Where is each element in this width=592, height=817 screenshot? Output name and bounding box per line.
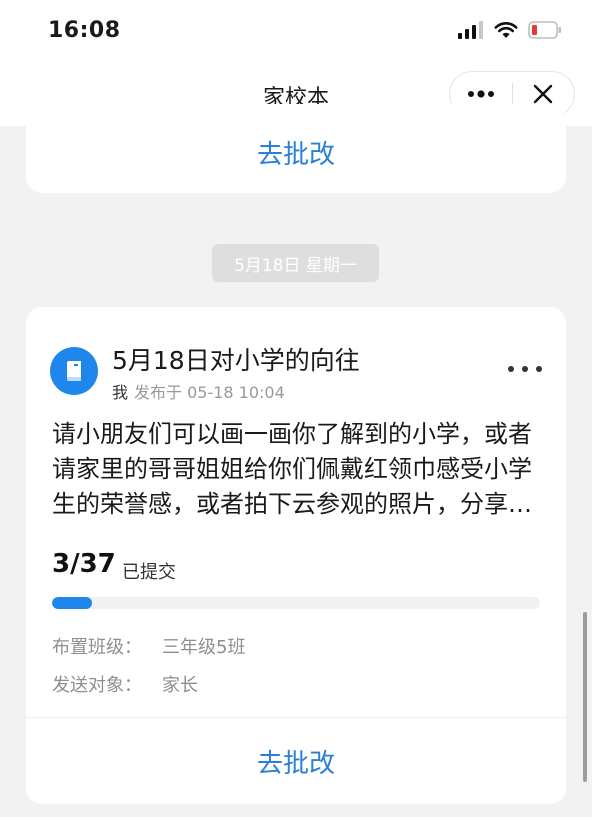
battery-low-icon <box>528 21 561 39</box>
class-row: 布置班级： 三年级5班 <box>52 633 245 659</box>
scrollbar[interactable] <box>583 612 587 782</box>
submission-progress-fill <box>52 597 92 609</box>
target-value: 家长 <box>162 675 198 696</box>
close-icon <box>534 84 553 104</box>
class-label: 布置班级： <box>52 637 142 658</box>
publish-time: 发布于 05-18 10:04 <box>134 383 285 402</box>
author-label: 我 <box>112 383 129 402</box>
target-label: 发送对象： <box>52 675 142 696</box>
class-value: 三年级5班 <box>162 637 246 658</box>
status-time: 16:08 <box>48 18 121 43</box>
homework-title: 5月18日对小学的向往 <box>112 346 360 375</box>
more-dot-icon <box>508 366 514 372</box>
more-dots-icon <box>467 90 494 98</box>
review-button[interactable]: 去批改 <box>26 743 566 780</box>
status-bar: 16:08 <box>0 0 592 62</box>
target-row: 发送对象： 家长 <box>52 671 198 697</box>
status-icons <box>458 21 562 39</box>
more-dot-icon <box>522 366 528 372</box>
homework-meta: 我发布于 05-18 10:04 <box>112 379 285 403</box>
homework-book-icon <box>50 347 98 395</box>
signal-icon <box>458 21 483 39</box>
previous-homework-card: 去批改 <box>26 104 566 193</box>
homework-card[interactable]: 5月18日对小学的向往 我发布于 05-18 10:04 请小朋友们可以画一画你… <box>26 307 566 804</box>
homework-more-button[interactable] <box>508 359 542 379</box>
more-dot-icon <box>536 366 542 372</box>
card-divider <box>26 717 566 718</box>
submitted-count: 3/37 <box>52 549 116 579</box>
wifi-icon <box>494 22 518 38</box>
homework-description: 请小朋友们可以画一画你了解到的小学，或者请家里的哥哥姐姐给你们佩戴红领巾感受小学… <box>52 420 532 518</box>
date-separator: 5月18日 星期一 <box>212 244 379 282</box>
submission-progress-bar <box>52 597 540 609</box>
review-button[interactable]: 去批改 <box>26 134 566 171</box>
submitted-label: 已提交 <box>122 562 176 583</box>
